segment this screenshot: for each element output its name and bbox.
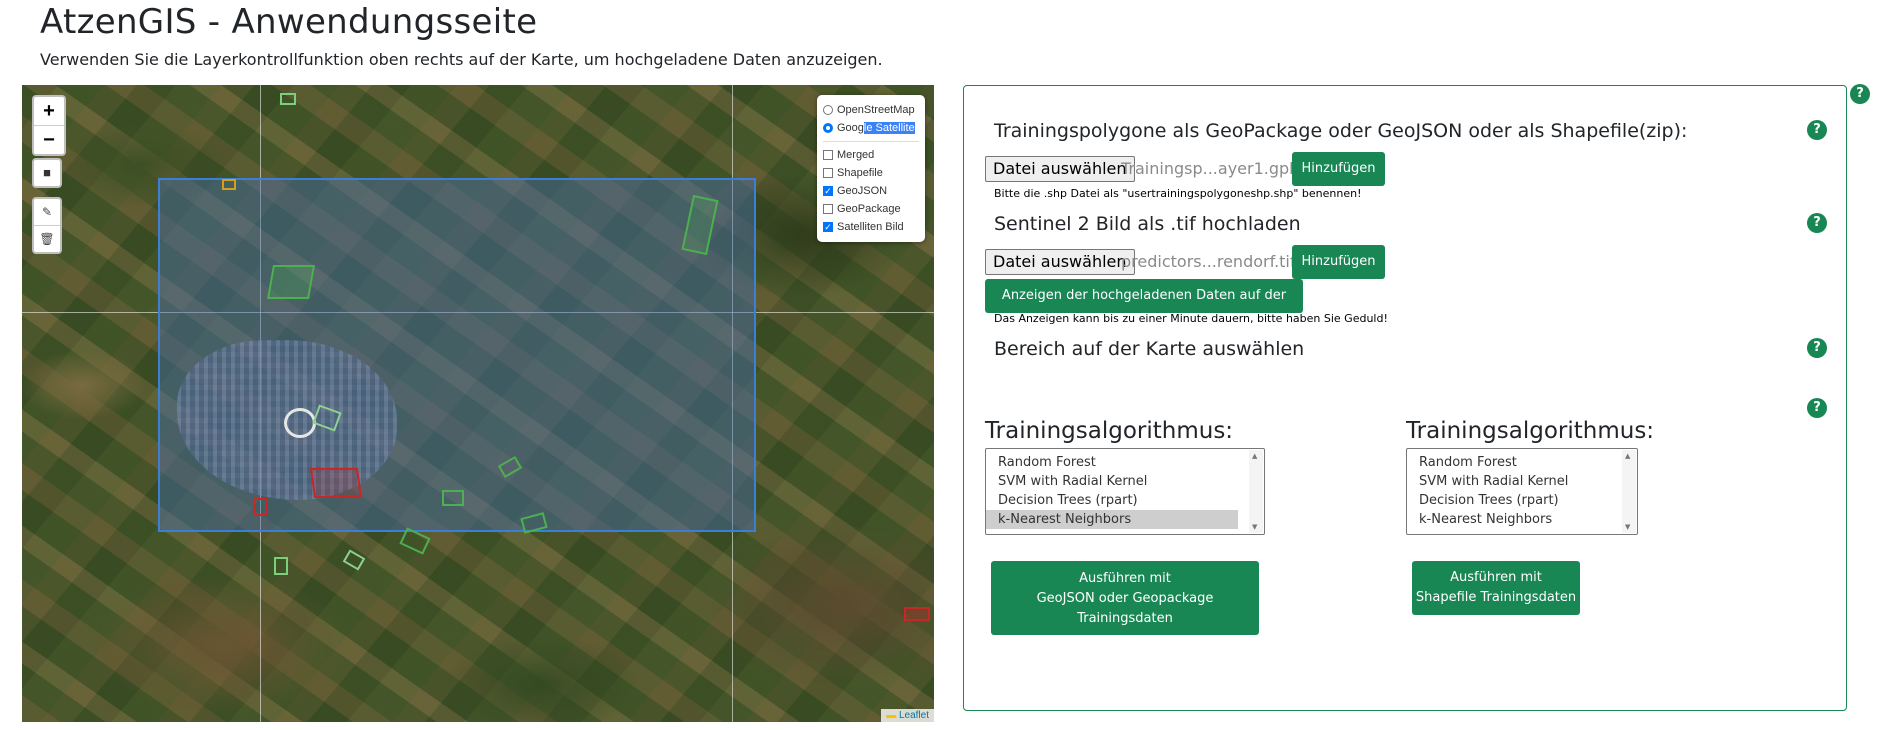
draw-rectangle-button[interactable]: ■ bbox=[32, 158, 62, 188]
algorithm-option[interactable]: Random Forest bbox=[986, 453, 1238, 472]
add-training-button[interactable]: Hinzufügen bbox=[1292, 152, 1385, 186]
layer-option-openstreetmap[interactable]: OpenStreetMap bbox=[823, 101, 919, 119]
run-shapefile-button[interactable]: Ausführen mit Shapefile Trainingsdaten bbox=[1412, 561, 1580, 615]
layer-option-geojson[interactable]: ✓ GeoJSON bbox=[823, 182, 919, 200]
delete-layers-button[interactable]: 🗑 bbox=[34, 226, 60, 252]
choose-sentinel-file-button[interactable]: Datei auswählen bbox=[985, 249, 1135, 275]
algorithm-select-left[interactable]: Random Forest SVM with Radial Kernel Dec… bbox=[985, 448, 1265, 535]
zoom-out-button[interactable]: − bbox=[34, 126, 64, 154]
layer-option-google-satellite[interactable]: Goog le Satellite bbox=[823, 119, 919, 137]
checkbox[interactable] bbox=[823, 150, 833, 160]
page-title: AtzenGIS - Anwendungsseite bbox=[40, 2, 538, 42]
training-file-name: Trainingsp...ayer1.gpkg bbox=[1121, 159, 1309, 178]
zoom-in-button[interactable]: + bbox=[34, 97, 64, 126]
sentinel-file-name: predictors...rendorf.tif bbox=[1121, 252, 1296, 271]
run-geojson-geopackage-button[interactable]: Ausführen mit GeoJSON oder Geopackage Tr… bbox=[991, 561, 1259, 635]
chevron-down-icon[interactable]: ▼ bbox=[1625, 523, 1630, 531]
layer-control: OpenStreetMap Goog le Satellite Merged Sh… bbox=[817, 95, 925, 242]
sentinel-upload-title: Sentinel 2 Bild als .tif hochladen bbox=[994, 213, 1301, 235]
algorithm-option[interactable]: k-Nearest Neighbors bbox=[1407, 510, 1611, 529]
edit-control: ✎ 🗑 bbox=[32, 197, 62, 254]
show-uploaded-data-button[interactable]: Anzeigen der hochgeladenen Daten auf der… bbox=[985, 279, 1303, 337]
help-icon[interactable]: ? bbox=[1807, 398, 1827, 418]
help-icon[interactable]: ? bbox=[1807, 338, 1827, 358]
edit-layers-button[interactable]: ✎ bbox=[34, 199, 60, 226]
flag-icon: ▬ bbox=[886, 710, 897, 721]
trash-icon: 🗑 bbox=[39, 232, 55, 246]
training-polygon[interactable] bbox=[280, 93, 296, 105]
checkbox[interactable]: ✓ bbox=[823, 186, 833, 196]
algorithm-option[interactable]: Decision Trees (rpart) bbox=[986, 491, 1238, 510]
edit-icon: ✎ bbox=[41, 205, 53, 219]
square-icon: ■ bbox=[43, 165, 51, 180]
scrollbar[interactable]: ▲ ▼ bbox=[1622, 450, 1636, 533]
training-polygon[interactable] bbox=[267, 265, 315, 299]
algorithm-option[interactable]: Random Forest bbox=[1407, 453, 1611, 472]
radio-button[interactable] bbox=[823, 105, 833, 115]
help-icon[interactable]: ? bbox=[1850, 84, 1870, 104]
training-polygon[interactable] bbox=[253, 498, 267, 516]
layer-option-merged[interactable]: Merged bbox=[823, 146, 919, 164]
zoom-control: + − bbox=[32, 95, 66, 156]
algorithm-title-left: Trainingsalgorithmus: bbox=[985, 418, 1234, 444]
add-sentinel-button[interactable]: Hinzufügen bbox=[1292, 245, 1385, 279]
algorithm-option[interactable]: SVM with Radial Kernel bbox=[1407, 472, 1611, 491]
selected-area-rectangle[interactable] bbox=[158, 178, 756, 532]
choose-training-file-button[interactable]: Datei auswählen bbox=[985, 156, 1135, 182]
page-subtitle: Verwenden Sie die Layerkontrollfunktion … bbox=[40, 50, 883, 69]
radio-button[interactable] bbox=[823, 123, 833, 133]
training-polygon[interactable] bbox=[274, 557, 288, 575]
checkbox[interactable] bbox=[823, 168, 833, 178]
training-polygon[interactable] bbox=[442, 490, 464, 506]
map-attribution[interactable]: ▬ Leaflet bbox=[881, 709, 934, 722]
checkbox[interactable]: ✓ bbox=[823, 222, 833, 232]
training-polygon[interactable] bbox=[309, 468, 363, 498]
training-polygon[interactable] bbox=[342, 549, 366, 571]
control-panel: Trainingspolygone als GeoPackage oder Ge… bbox=[963, 85, 1847, 711]
training-polygon[interactable] bbox=[904, 607, 930, 621]
checkbox[interactable] bbox=[823, 204, 833, 214]
layer-option-satelliten-bild[interactable]: ✓ Satelliten Bild bbox=[823, 218, 919, 236]
layer-option-geopackage[interactable]: GeoPackage bbox=[823, 200, 919, 218]
select-area-title: Bereich auf der Karte auswählen bbox=[994, 338, 1305, 360]
scrollbar[interactable]: ▲ ▼ bbox=[1249, 450, 1263, 533]
chevron-down-icon[interactable]: ▼ bbox=[1252, 523, 1257, 531]
chevron-up-icon[interactable]: ▲ bbox=[1625, 452, 1630, 460]
training-polygon[interactable] bbox=[222, 179, 236, 190]
algorithm-option-selected[interactable]: k-Nearest Neighbors bbox=[986, 510, 1238, 529]
display-wait-note: Das Anzeigen kann bis zu einer Minute da… bbox=[994, 312, 1388, 325]
help-icon[interactable]: ? bbox=[1807, 120, 1827, 140]
training-polygons-title: Trainingspolygone als GeoPackage oder Ge… bbox=[994, 120, 1688, 142]
chevron-up-icon[interactable]: ▲ bbox=[1252, 452, 1257, 460]
layer-option-shapefile[interactable]: Shapefile bbox=[823, 164, 919, 182]
divider bbox=[823, 141, 919, 142]
shapefile-naming-note: Bitte die .shp Datei als "usertrainingsp… bbox=[994, 187, 1362, 200]
algorithm-option[interactable]: SVM with Radial Kernel bbox=[986, 472, 1238, 491]
algorithm-select-right[interactable]: Random Forest SVM with Radial Kernel Dec… bbox=[1406, 448, 1638, 535]
algorithm-option[interactable]: Decision Trees (rpart) bbox=[1407, 491, 1611, 510]
map[interactable]: + − ■ ✎ 🗑 OpenStreetMap Goog le Satellite… bbox=[22, 85, 934, 722]
help-icon[interactable]: ? bbox=[1807, 213, 1827, 233]
algorithm-title-right: Trainingsalgorithmus: bbox=[1406, 418, 1655, 444]
